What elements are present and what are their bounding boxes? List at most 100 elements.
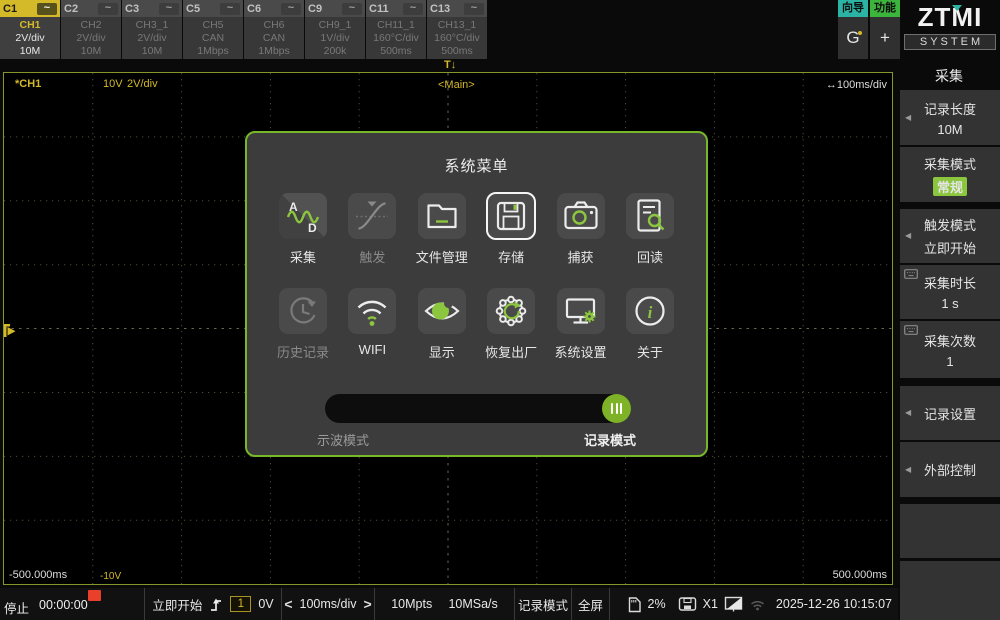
channel-tab-c11[interactable]: C11~ CH11_1160°C/div500ms [366,0,426,59]
tab-scale: 2V/div [137,32,166,44]
camera-icon [561,196,601,236]
tab-depth: 10M [81,45,101,57]
chevron-left-icon: ◀ [905,408,911,417]
tab-id: C1 [3,3,17,15]
tab-scale: CAN [263,32,285,44]
svg-text:D: D [308,221,317,235]
channel-tab-c2[interactable]: C2~ CH22V/div10M [61,0,121,59]
status-bar: 停止 00:00:00 立即开始 1 0V < 100ms/div > 10Mp… [0,588,898,620]
menu-item-system-settings[interactable]: 系统设置 [549,288,613,361]
channel-tab-c13[interactable]: C13~ CH13_1160°C/div500ms [427,0,487,59]
tab-scale: CAN [202,32,224,44]
chevron-left-icon: ◀ [905,231,911,240]
chevron-right-icon[interactable]: > [363,597,371,611]
stop-square-icon[interactable] [88,590,101,601]
tab-depth: 10M [20,45,40,57]
sidebar-item-acquire-mode[interactable]: 采集模式 常规 [900,147,1000,202]
mode-toggle-slider[interactable] [325,394,631,423]
menu-item-wifi[interactable]: WIFI [340,288,404,361]
channel-tab-c5[interactable]: C5~ CH5CAN1Mbps [183,0,243,59]
channel-tab-c9[interactable]: C9~ CH9_11V/div200k [305,0,365,59]
plus-icon: + [880,28,890,48]
run-state-label: 停止 [4,598,29,617]
waveform-type-icon[interactable]: ~ [342,3,362,15]
waveform-type-icon[interactable]: ~ [37,3,57,15]
sidebar-item-trigger-mode[interactable]: ◀ 触发模式 立即开始 [900,209,1000,263]
record-mode-label[interactable]: 记录模式 [584,430,636,449]
wifi-status-icon [749,598,766,611]
tab-id: C2 [64,3,78,15]
brand-logo: ZTMI SYSTEM [902,2,998,58]
tab-id: C11 [369,3,389,15]
menu-item-file-manager[interactable]: 文件管理 [410,193,474,266]
fullscreen-label: 全屏 [578,595,603,614]
brand-name: ZTMI [918,2,983,32]
tab-scale: 160°C/div [373,32,419,44]
factory-reset-icon [491,291,531,331]
function-label: 功能 [870,0,900,17]
waveform-type-icon[interactable]: ~ [403,3,423,15]
slider-knob[interactable] [602,394,631,423]
sidebar-item-record-settings[interactable]: ◀ 记录设置 [900,386,1000,440]
tab-channel: CH3_1 [136,19,169,31]
tab-id: C3 [125,3,139,15]
waveform-type-icon[interactable]: ~ [464,3,484,15]
chevron-left-icon: ◀ [905,465,911,474]
info-icon: i [630,291,670,331]
channel-tab-c6[interactable]: C6~ CH6CAN1Mbps [244,0,304,59]
waveform-type-icon[interactable]: ~ [98,3,118,15]
sidebar-item-acquire-count[interactable]: 采集次数 1 [900,321,1000,378]
function-button[interactable]: 功能 + [870,0,900,59]
storage-percentage: 2% [648,597,666,611]
mode-label: 记录模式 [518,595,568,614]
acquire-icon: A D [283,196,323,236]
tab-channel: CH9_1 [319,19,352,31]
time-start-label: -500.000ms [9,569,67,581]
menu-item-trigger: 触发 [340,193,404,266]
sidebar-item-record-length[interactable]: ◀ 记录长度 10M [900,90,1000,145]
chevron-left-icon: ◀ [905,113,911,122]
waveform-type-icon[interactable]: ~ [159,3,179,15]
trigger-section[interactable]: 立即开始 1 0V [145,588,282,620]
menu-item-history: 历史记录 [271,288,335,361]
menu-item-capture[interactable]: 捕获 [549,193,613,266]
tab-depth: 10M [142,45,162,57]
channel-level-marker[interactable] [4,323,17,339]
sidebar-item-external-control[interactable]: ◀ 外部控制 [900,442,1000,497]
menu-item-acquire[interactable]: A D 采集 [271,193,335,266]
datetime: 2025-12-26 10:15:07 [776,597,892,611]
menu-item-display[interactable]: 显示 [410,288,474,361]
sidebar-item-acquire-duration[interactable]: 采集时长 1 s [900,265,1000,319]
mode-section[interactable]: 记录模式 [515,588,572,620]
elapsed-time: 00:00:00 [39,598,88,617]
trigger-icon [352,196,392,236]
menu-item-storage[interactable]: 存储 [479,193,543,266]
oscilloscope-screen: C1~ CH12V/div10M C2~ CH22V/div10M C3~ CH… [0,0,1000,620]
tab-depth: 1Mbps [258,45,290,57]
waveform-type-icon[interactable]: ~ [281,3,301,15]
wizard-dot-icon [858,31,862,35]
zoom-multiplier: X1 [703,597,718,611]
chevron-left-icon[interactable]: < [284,597,292,611]
menu-item-readback[interactable]: 回读 [618,193,682,266]
vscale-readout: 2V/div [127,78,158,90]
scope-mode-label[interactable]: 示波模式 [317,430,369,449]
run-state-section[interactable]: 停止 00:00:00 [0,588,145,620]
channel-tab-c1[interactable]: C1~ CH12V/div10M [0,0,60,59]
svg-text:i: i [648,303,653,322]
channel-tab-c3[interactable]: C3 ~ CH3_12V/div10M [122,0,182,59]
waveform-type-icon[interactable]: ~ [220,3,240,15]
timebase-section[interactable]: < 100ms/div > [282,588,375,620]
tab-scale: 2V/div [76,32,105,44]
channel-readout: *CH1 [15,78,41,90]
tab-channel: CH6 [263,19,284,31]
sidebar-acquisition: 采集 ◀ 记录长度 10M 采集模式 常规 ◀ 触发模式 立即开始 采集时长 1… [898,60,1000,620]
menu-item-about[interactable]: i 关于 [618,288,682,361]
menu-item-factory-reset[interactable]: 恢复出厂 [479,288,543,361]
offset-readout: 10V [103,78,123,90]
trigger-position-marker[interactable]: T↓ [444,59,456,71]
tab-channel: CH1 [19,19,40,31]
fullscreen-section[interactable]: 全屏 [572,588,610,620]
wizard-button[interactable]: 向导 G [838,0,868,59]
trigger-source-badge[interactable]: 1 [230,596,251,612]
